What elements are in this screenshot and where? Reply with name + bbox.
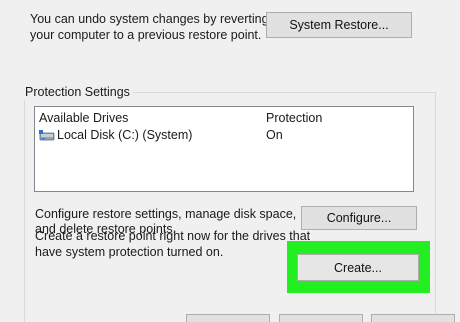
protection-settings-legend: Protection Settings xyxy=(22,84,133,100)
configure-button[interactable]: Configure... xyxy=(301,206,417,230)
create-button[interactable]: Create... xyxy=(297,254,419,281)
configure-text-line1: Configure restore settings, manage disk … xyxy=(35,207,297,221)
column-header-protection[interactable]: Protection xyxy=(266,110,322,126)
column-header-available-drives[interactable]: Available Drives xyxy=(39,110,128,126)
apply-button[interactable] xyxy=(371,314,455,322)
intro-text-line2: your computer to a previous restore poin… xyxy=(30,28,262,42)
drives-list[interactable]: Available Drives Protection Local Disk (… xyxy=(34,106,414,192)
drive-protection-status: On xyxy=(266,128,283,142)
ok-button[interactable] xyxy=(186,314,270,322)
intro-text-line1: You can undo system changes by reverting xyxy=(30,12,269,26)
system-restore-button[interactable]: System Restore... xyxy=(266,12,412,38)
system-protection-dialog: You can undo system changes by reverting… xyxy=(0,0,460,322)
drive-name[interactable]: Local Disk (C:) (System) xyxy=(57,127,192,143)
create-text-line2: have system protection turned on. xyxy=(35,245,224,259)
hard-drive-icon xyxy=(39,130,55,141)
cancel-button[interactable] xyxy=(279,314,363,322)
create-text-line1: Create a restore point right now for the… xyxy=(35,229,311,243)
